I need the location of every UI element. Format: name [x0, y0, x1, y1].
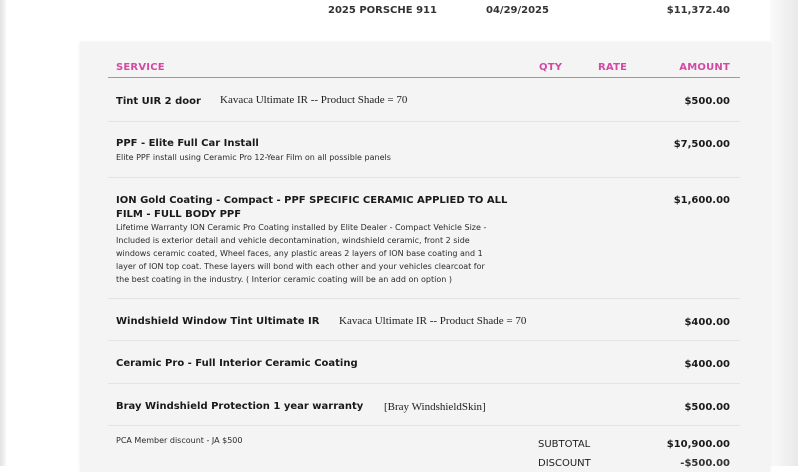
- row-divider: [108, 383, 740, 384]
- item-title: ION Gold Coating - Compact - PPF SPECIFI…: [116, 195, 508, 206]
- item-description-line: windows ceramic coated, Wheel faces, any…: [116, 249, 483, 258]
- item-description-line: the best coating in the industry. ( Inte…: [116, 275, 452, 284]
- handwritten-note: [Bray WindshieldSkin]: [384, 401, 486, 413]
- handwritten-note: Kavaca Ultimate IR -- Product Shade = 70: [339, 315, 527, 327]
- col-amount: AMOUNT: [679, 62, 730, 73]
- item-amount: $400.00: [684, 359, 730, 370]
- item-title: Windshield Window Tint Ultimate IR: [116, 316, 320, 327]
- col-qty: QTY: [539, 62, 563, 73]
- row-divider: [108, 177, 740, 178]
- item-description: Elite PPF install using Ceramic Pro 12-Y…: [116, 153, 391, 162]
- invoice-total: $11,372.40: [666, 5, 730, 16]
- page-shadow-left: [0, 0, 6, 466]
- header-divider: [108, 77, 740, 78]
- member-discount-note: PCA Member discount - JA $500: [116, 436, 243, 445]
- item-title: Tint UIR 2 door: [116, 96, 201, 107]
- page-shadow-right: [770, 0, 798, 466]
- item-title: PPF - Elite Full Car Install: [116, 138, 259, 149]
- col-rate: RATE: [598, 62, 628, 73]
- row-divider: [108, 425, 740, 426]
- item-amount: $500.00: [684, 402, 730, 413]
- item-amount: $1,600.00: [673, 195, 730, 206]
- row-divider: [108, 298, 740, 299]
- item-amount: $500.00: [684, 96, 730, 107]
- row-divider: [108, 121, 740, 122]
- discount-amount: -$500.00: [680, 458, 730, 469]
- row-divider: [108, 340, 740, 341]
- item-description-line: Included is exterior detail and vehicle …: [116, 236, 470, 245]
- col-service: SERVICE: [116, 62, 165, 73]
- invoice-date: 04/29/2025: [486, 5, 549, 16]
- discount-label: DISCOUNT: [538, 458, 591, 469]
- item-title: Bray Windshield Protection 1 year warran…: [116, 401, 364, 412]
- item-title-cont: FILM - FULL BODY PPF: [116, 209, 242, 220]
- item-description-line: Lifetime Warranty ION Ceramic Pro Coatin…: [116, 223, 487, 232]
- item-description-line: layer of ION top coat. These layers will…: [116, 262, 485, 271]
- subtotal-amount: $10,900.00: [666, 439, 730, 450]
- item-amount: $7,500.00: [673, 139, 730, 150]
- handwritten-note: Kavaca Ultimate IR -- Product Shade = 70: [220, 94, 408, 106]
- vehicle-label: 2025 PORSCHE 911: [328, 5, 437, 16]
- item-title: Ceramic Pro - Full Interior Ceramic Coat…: [116, 358, 358, 369]
- subtotal-label: SUBTOTAL: [538, 439, 591, 450]
- item-amount: $400.00: [684, 317, 730, 328]
